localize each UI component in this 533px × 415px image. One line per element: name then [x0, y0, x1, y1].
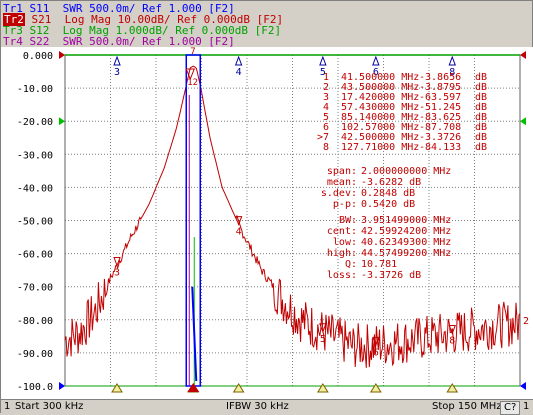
marker-trace-label: 3: [114, 268, 120, 279]
start-frequency[interactable]: Start 300 kHz: [15, 401, 83, 412]
marker-table-id: 8: [323, 142, 329, 153]
marker-top-5[interactable]: [319, 55, 327, 66]
bw-value: 3.951499000 MHz: [361, 215, 451, 226]
stats-label: span:: [327, 166, 357, 177]
y-tick-label: -20.00: [17, 117, 53, 128]
marker-trace-label: 5: [320, 334, 326, 345]
bw-value: 40.62349300 MHz: [361, 237, 451, 248]
channel-indicator[interactable]: 1: [4, 401, 10, 412]
bw-label: high:: [327, 248, 357, 259]
stats-value: 0.5420 dB: [361, 199, 415, 210]
stats-value: -3.6282 dB: [361, 177, 421, 188]
plot-svg[interactable]: 0.000 -10.00 -20.00 -30.00 -40.00 -50.00 -60.0…: [1, 47, 533, 399]
stimulus-marker[interactable]: [446, 383, 459, 393]
ref-arrow-left-blue[interactable]: [59, 382, 65, 390]
y-tick-label: -70.00: [17, 283, 53, 294]
analyzer-window: Tr1 S11 SWR 500.0m/ Ref 1.000 [F2] Tr2 S…: [0, 0, 533, 415]
bandwidth-block: BW: 3.951499000 MHz cent: 42.59924200 MHz lo…: [327, 215, 451, 281]
y-tick-label: -10.00: [17, 84, 53, 95]
bw-label: BW:: [339, 215, 357, 226]
marker-right-label: 2: [523, 316, 529, 327]
y-tick-label: -50.00: [17, 217, 53, 228]
marker-top-label: 3: [114, 67, 120, 78]
marker-top-4[interactable]: [234, 55, 243, 66]
marker-table-val: -84.133: [419, 142, 461, 153]
marker-top-8[interactable]: [448, 55, 456, 66]
marker-top-label: 4: [236, 67, 242, 78]
marker-trace-label: 4: [236, 227, 242, 238]
stats-label: mean:: [327, 177, 357, 188]
marker-peak-label: 12: [187, 78, 198, 88]
ref-arrow-left-green[interactable]: [59, 117, 65, 126]
bw-value: -3.3726 dB: [361, 270, 421, 281]
marker-trace-label: 8: [449, 335, 455, 346]
stimulus-marker[interactable]: [369, 383, 382, 393]
stats-value: 0.2848 dB: [361, 188, 415, 199]
bw-value: 10.781: [361, 259, 397, 270]
channel-arrow: 1: [523, 401, 530, 412]
stimulus-marker[interactable]: [232, 383, 245, 393]
y-tick-label: -60.00: [17, 250, 53, 261]
bw-label: cent:: [327, 226, 357, 237]
bw-value: 44.57499200 MHz: [361, 248, 451, 259]
y-tick-label: -30.00: [17, 150, 53, 161]
trace-4-label[interactable]: Tr4 S22 SWR 500.0m/ Ref 1.000 [F2]: [3, 36, 283, 47]
ref-arrow-right-red[interactable]: [520, 51, 526, 59]
y-tick-label: -80.00: [17, 316, 53, 327]
ref-arrow-left-red[interactable]: [59, 51, 65, 59]
ref-arrow-right-blue[interactable]: [520, 382, 526, 390]
marker-table-freq: 127.71000 MHz: [341, 142, 419, 153]
marker-table-unit: dB: [475, 142, 487, 153]
y-tick-label: 0.000: [23, 51, 53, 62]
y-tick-label: -100.0: [17, 382, 53, 393]
bw-label: low:: [333, 237, 357, 248]
stats-label: p-p:: [333, 199, 357, 210]
bw-value: 42.59924200 MHz: [361, 226, 451, 237]
marker-peak-7: 7: [190, 47, 195, 57]
ref-arrow-right-green[interactable]: [520, 117, 526, 126]
marker-top-6[interactable]: [372, 55, 380, 66]
bw-label: loss:: [327, 270, 357, 281]
stats-value: 2.000000000 MHz: [361, 166, 451, 177]
stimulus-marker[interactable]: [316, 383, 329, 393]
ifbw-value[interactable]: IFBW 30 kHz: [226, 401, 289, 412]
marker-trace-label: 6: [373, 347, 379, 358]
y-tick-label: -40.00: [17, 183, 53, 194]
trace-legend: Tr1 S11 SWR 500.0m/ Ref 1.000 [F2] Tr2 S…: [3, 3, 283, 47]
marker-table: 1 41.500000 MHz -3.8656 dB2 43.500000 MHz -3.…: [317, 72, 487, 153]
stop-frequency[interactable]: Stop 150 MHz: [432, 401, 502, 412]
marker-top-3[interactable]: [113, 55, 121, 66]
y-tick-label: -90.00: [17, 349, 53, 360]
stimulus-marker[interactable]: [111, 383, 123, 393]
bw-label: Q:: [345, 259, 357, 270]
plot-area[interactable]: 0.000 -10.00 -20.00 -30.00 -40.00 -50.00 -60.0…: [1, 47, 533, 399]
stats-block: span: 2.000000000 MHz mean: -3.6282 dB s.dev…: [321, 166, 451, 210]
stats-label: s.dev:: [321, 188, 357, 199]
